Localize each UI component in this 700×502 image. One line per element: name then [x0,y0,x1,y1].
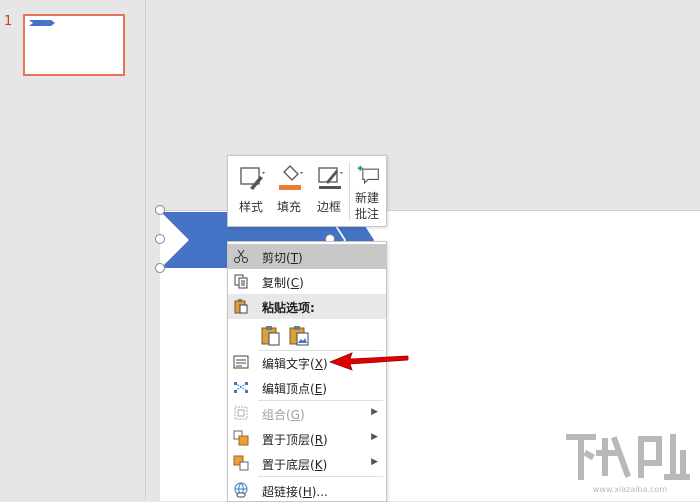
menu-item-label: 超链接(H)... [262,485,328,499]
submenu-arrow-icon: ▶ [371,432,378,442]
paste-icon [234,299,248,314]
copy-icon [234,274,248,289]
scissors-icon [234,249,248,263]
fill-button[interactable]: 填充 [270,160,308,220]
menu-item-copy[interactable]: 复制(C) [228,269,386,294]
group-icon [234,406,248,420]
new-comment-button[interactable]: 新建 批注 [348,160,386,222]
bring-to-front-icon [233,430,249,446]
menu-item-label: 置于底层(K) [262,458,328,472]
thumbnail-chevron-shape [29,20,55,26]
submenu-arrow-icon: ▶ [371,407,378,417]
menu-item-group: 组合(G) ▶ [228,401,386,426]
new-comment-label-line2: 批注 [354,207,379,221]
menu-item-label: 组合(G) [262,408,305,422]
new-comment-label-line1: 新建 [354,191,379,205]
slide-thumbnail-pane: 1 [0,0,146,500]
shape-style-icon [240,167,265,190]
menu-item-label: 剪切(T) [262,251,303,265]
menu-item-label: 复制(C) [262,276,304,290]
edit-points-icon [234,382,248,393]
watermark-logo: www.xiazaiba.com [566,434,690,494]
svg-text:www.xiazaiba.com: www.xiazaiba.com [593,485,667,494]
menu-separator [258,476,383,477]
new-comment-icon [357,165,379,185]
menu-item-send-to-back[interactable]: 置于底层(K) ▶ [228,451,386,476]
border-label: 边框 [316,200,341,214]
resize-handle[interactable] [155,205,165,215]
paste-options-row [228,321,386,349]
menu-item-label: 编辑顶点(E) [262,382,327,396]
menu-item-edit-points[interactable]: 编辑顶点(E) [228,375,386,400]
style-label: 样式 [238,200,263,214]
border-pen-icon [318,167,343,189]
menu-item-cut[interactable]: 剪切(T) [228,244,386,269]
style-button[interactable]: 样式 [232,160,270,220]
annotation-arrow-icon [328,352,409,371]
resize-handle[interactable] [155,234,165,244]
slide-thumbnail[interactable] [23,14,125,76]
hyperlink-icon [234,482,248,498]
send-to-back-icon [233,455,249,471]
resize-handle[interactable] [155,263,165,273]
submenu-arrow-icon: ▶ [371,457,378,467]
menu-item-label: 编辑文字(X) [262,357,328,371]
menu-item-label: 置于顶层(R) [262,433,328,447]
new-comment-label: 新建 批注 [348,190,386,222]
fill-label: 填充 [276,200,301,214]
menu-item-bring-to-front[interactable]: 置于顶层(R) ▶ [228,426,386,451]
border-button[interactable]: 边框 [310,160,348,220]
menu-item-hyperlink[interactable]: 超链接(H)... [228,478,386,501]
paste-as-picture-icon[interactable] [288,324,310,346]
menu-paste-options-header: 粘贴选项: [228,294,386,319]
slide-number: 1 [4,14,13,29]
edit-text-icon [233,355,249,369]
paste-use-destination-theme-icon[interactable] [260,324,282,346]
mini-toolbar: 样式 填充 边框 新建 批注 [227,155,387,227]
paint-bucket-icon [279,165,303,190]
menu-item-label: 粘贴选项: [262,301,315,315]
